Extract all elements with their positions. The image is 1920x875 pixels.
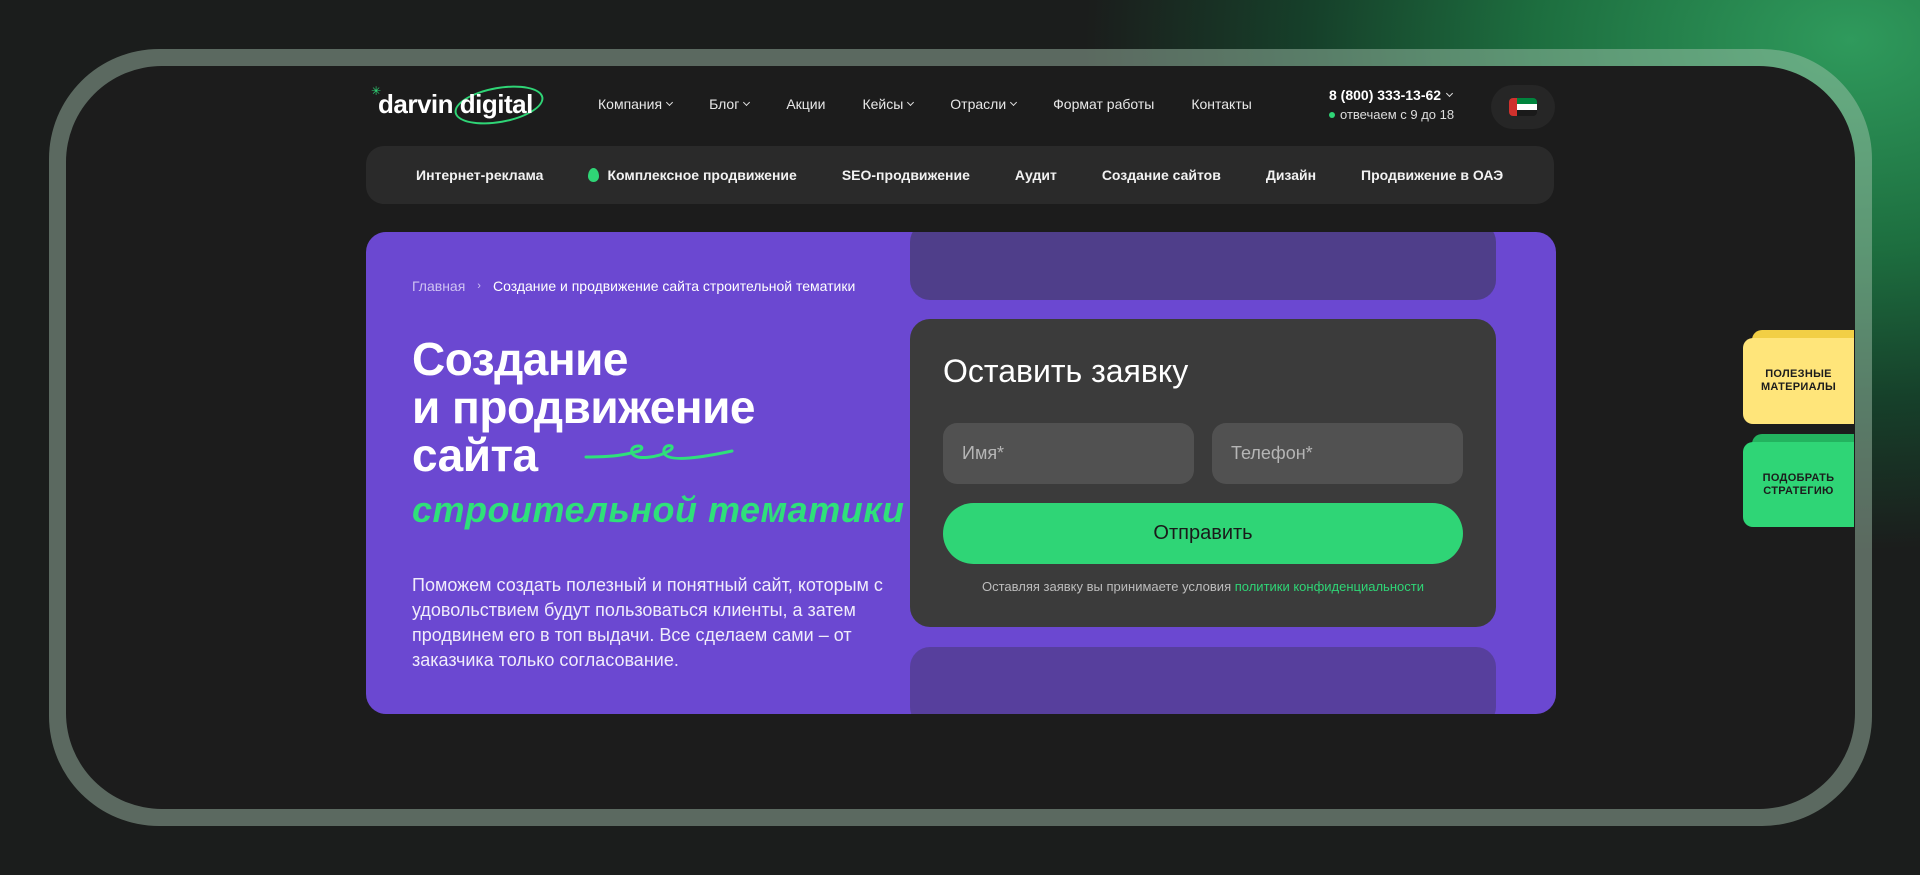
service-label: Продвижение в ОАЭ xyxy=(1361,167,1504,183)
nav-label: Кейсы xyxy=(862,96,904,112)
nav-item-blog[interactable]: Блог xyxy=(709,96,751,112)
squiggle-decoration-icon xyxy=(584,444,734,460)
status-dot-icon xyxy=(1329,111,1335,118)
services-nav: Интернет-реклама Комплексное продвижение… xyxy=(366,146,1554,204)
phone-number[interactable]: 8 (800) 333-13-62 xyxy=(1329,87,1454,103)
name-field[interactable] xyxy=(943,423,1194,484)
breadcrumb-home[interactable]: Главная xyxy=(412,278,465,294)
consent-label: Оставляя заявку вы принимаете условия xyxy=(982,579,1232,594)
browser-viewport: ✳ darvin digital Компания Блог Акции Кей… xyxy=(66,66,1855,809)
drop-icon xyxy=(588,168,600,182)
service-label: Аудит xyxy=(1014,167,1057,183)
uae-flag-icon xyxy=(1509,98,1537,116)
nav-item-industries[interactable]: Отрасли xyxy=(950,96,1018,112)
title-line: Создание xyxy=(412,333,629,385)
service-internet-ads[interactable]: Интернет-реклама xyxy=(416,167,543,183)
phone-block[interactable]: 8 (800) 333-13-62 отвечаем с 9 до 18 xyxy=(1329,87,1454,122)
breadcrumb-current: Создание и продвижение сайта строительно… xyxy=(492,278,856,294)
choose-strategy-tab[interactable]: ПОДОБРАТЬ СТРАТЕГИЮ xyxy=(1743,442,1854,527)
nav-label: Акции xyxy=(786,96,826,112)
nav-label: Контакты xyxy=(1191,96,1252,112)
title-line: и продвижение xyxy=(412,381,755,433)
nav-label: Блог xyxy=(709,96,740,112)
chevron-down-icon xyxy=(743,98,751,107)
request-form: Оставить заявку Отправить Оставляя заявк… xyxy=(910,319,1496,627)
hero-section: Главная › Создание и продвижение сайта с… xyxy=(366,232,1556,714)
breadcrumb-separator-icon: › xyxy=(477,280,481,292)
logo[interactable]: ✳ darvin digital xyxy=(371,79,547,131)
logo-text: darvin digital xyxy=(378,89,533,119)
hero-description: Поможем создать полезный и понятный сайт… xyxy=(412,575,883,670)
chevron-down-icon xyxy=(1446,89,1454,98)
nav-item-work-format[interactable]: Формат работы xyxy=(1053,96,1154,112)
service-label: Интернет-реклама xyxy=(416,167,544,183)
service-label: Создание сайтов xyxy=(1101,167,1221,183)
language-switcher[interactable] xyxy=(1491,85,1555,129)
chevron-down-icon xyxy=(666,98,674,107)
breadcrumb: Главная › Создание и продвижение сайта с… xyxy=(412,278,855,294)
service-label: Дизайн xyxy=(1265,167,1317,183)
chevron-down-icon xyxy=(1010,98,1018,107)
privacy-policy-link[interactable]: политики конфиденциальности xyxy=(1235,579,1424,594)
service-seo[interactable]: SEO-продвижение xyxy=(842,167,970,183)
phone-field[interactable] xyxy=(1212,423,1463,484)
hours-text: отвечаем с 9 до 18 xyxy=(1340,107,1455,122)
nav-label: Отрасли xyxy=(950,96,1007,112)
service-audit[interactable]: Аудит xyxy=(1015,167,1057,183)
card-placeholder-top xyxy=(910,232,1496,300)
phone-text: 8 (800) 333-13-62 xyxy=(1329,87,1442,103)
service-label: Комплексное продвижение xyxy=(607,167,797,183)
submit-button[interactable]: Отправить xyxy=(943,503,1463,564)
card-placeholder-bottom xyxy=(910,647,1496,714)
nav-item-promotions[interactable]: Акции xyxy=(786,96,825,112)
service-complex-promotion[interactable]: Комплексное продвижение xyxy=(588,167,797,183)
nav-item-contacts[interactable]: Контакты xyxy=(1191,96,1251,112)
nav-item-company[interactable]: Компания xyxy=(598,96,674,112)
main-nav: Компания Блог Акции Кейсы Отрасли Формат… xyxy=(598,96,1289,112)
nav-label: Формат работы xyxy=(1053,96,1155,112)
title-accent: строительной тематики xyxy=(412,489,905,530)
working-hours: отвечаем с 9 до 18 xyxy=(1329,107,1454,122)
nav-label: Компания xyxy=(598,96,663,112)
service-uae[interactable]: Продвижение в ОАЭ xyxy=(1361,167,1503,183)
chevron-down-icon xyxy=(907,98,915,107)
form-title: Оставить заявку xyxy=(943,353,1189,389)
useful-materials-tab[interactable]: ПОЛЕЗНЫЕ МАТЕРИАЛЫ xyxy=(1743,338,1854,424)
consent-text: Оставляя заявку вы принимаете условия по… xyxy=(910,579,1496,594)
nav-item-cases[interactable]: Кейсы xyxy=(862,96,915,112)
service-label: SEO-продвижение xyxy=(841,167,970,183)
service-design[interactable]: Дизайн xyxy=(1266,167,1316,183)
service-websites[interactable]: Создание сайтов xyxy=(1102,167,1221,183)
